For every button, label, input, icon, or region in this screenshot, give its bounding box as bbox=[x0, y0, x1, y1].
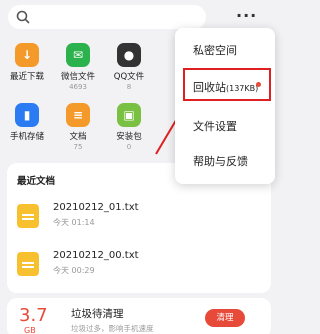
menu-item-private-space[interactable]: 私密空间 bbox=[175, 34, 275, 64]
category-label: 手机存储 bbox=[9, 132, 44, 142]
junk-clean-card: 3.7 GB 垃圾待清理 垃圾过多，影响手机速度 清理 bbox=[7, 298, 271, 334]
recent-documents-title: 最近文档 bbox=[17, 176, 56, 187]
phone-storage-icon: ▮ bbox=[15, 103, 39, 127]
overflow-menu: 私密空间 回收站(137KB) 文件设置 帮助与反馈 bbox=[175, 28, 275, 184]
junk-clean-title: 垃圾待清理 bbox=[71, 308, 124, 320]
menu-item-label: 帮助与反馈 bbox=[193, 155, 248, 168]
category-label: 安装包 bbox=[116, 132, 142, 142]
menu-item-label: 文件设置 bbox=[193, 120, 237, 133]
category-phone-storage[interactable]: ▮ 手机存储 bbox=[2, 103, 52, 142]
junk-size-unit: GB bbox=[24, 326, 36, 334]
document-icon: ≡ bbox=[66, 103, 90, 127]
notification-dot bbox=[256, 82, 261, 87]
junk-size-value: 3.7 bbox=[19, 305, 48, 326]
list-item[interactable]: 20210212_00.txt 今天 00:29 bbox=[17, 249, 257, 281]
category-count: 4693 bbox=[69, 83, 87, 91]
search-bar[interactable] bbox=[8, 5, 206, 29]
menu-item-label: 私密空间 bbox=[193, 44, 237, 57]
menu-item-file-settings[interactable]: 文件设置 bbox=[175, 110, 275, 140]
category-count: 0 bbox=[126, 143, 132, 151]
clean-button[interactable]: 清理 bbox=[205, 309, 245, 327]
category-documents[interactable]: ≡ 文档 75 bbox=[53, 103, 103, 151]
txt-file-icon bbox=[17, 204, 39, 228]
txt-file-icon bbox=[17, 252, 39, 276]
ellipsis-icon[interactable]: ··· bbox=[236, 8, 258, 26]
junk-clean-subtitle: 垃圾过多，影响手机速度 bbox=[71, 324, 154, 333]
wechat-icon: ✉ bbox=[66, 43, 90, 67]
category-label: 微信文件 bbox=[60, 72, 95, 82]
category-count: 75 bbox=[73, 143, 83, 151]
list-item[interactable]: 20210212_01.txt 今天 01:14 bbox=[17, 201, 257, 233]
category-wechat-files[interactable]: ✉ 微信文件 4693 bbox=[53, 43, 103, 91]
search-icon bbox=[16, 10, 30, 24]
category-recent-downloads[interactable]: ↓ 最近下载 bbox=[2, 43, 52, 82]
file-time: 今天 01:14 bbox=[53, 218, 95, 227]
file-name: 20210212_01.txt bbox=[53, 202, 139, 213]
menu-item-help-feedback[interactable]: 帮助与反馈 bbox=[175, 145, 275, 175]
package-icon: ▣ bbox=[117, 103, 141, 127]
category-qq-files[interactable]: ● QQ文件 8 bbox=[104, 43, 154, 91]
category-label: QQ文件 bbox=[113, 72, 145, 82]
category-label: 最近下载 bbox=[9, 72, 44, 82]
category-label: 文档 bbox=[69, 132, 87, 142]
category-packages[interactable]: ▣ 安装包 0 bbox=[104, 103, 154, 151]
download-icon: ↓ bbox=[15, 43, 39, 67]
file-name: 20210212_00.txt bbox=[53, 250, 139, 261]
file-time: 今天 00:29 bbox=[53, 266, 95, 275]
qq-icon: ● bbox=[117, 43, 141, 67]
category-count: 8 bbox=[126, 83, 132, 91]
